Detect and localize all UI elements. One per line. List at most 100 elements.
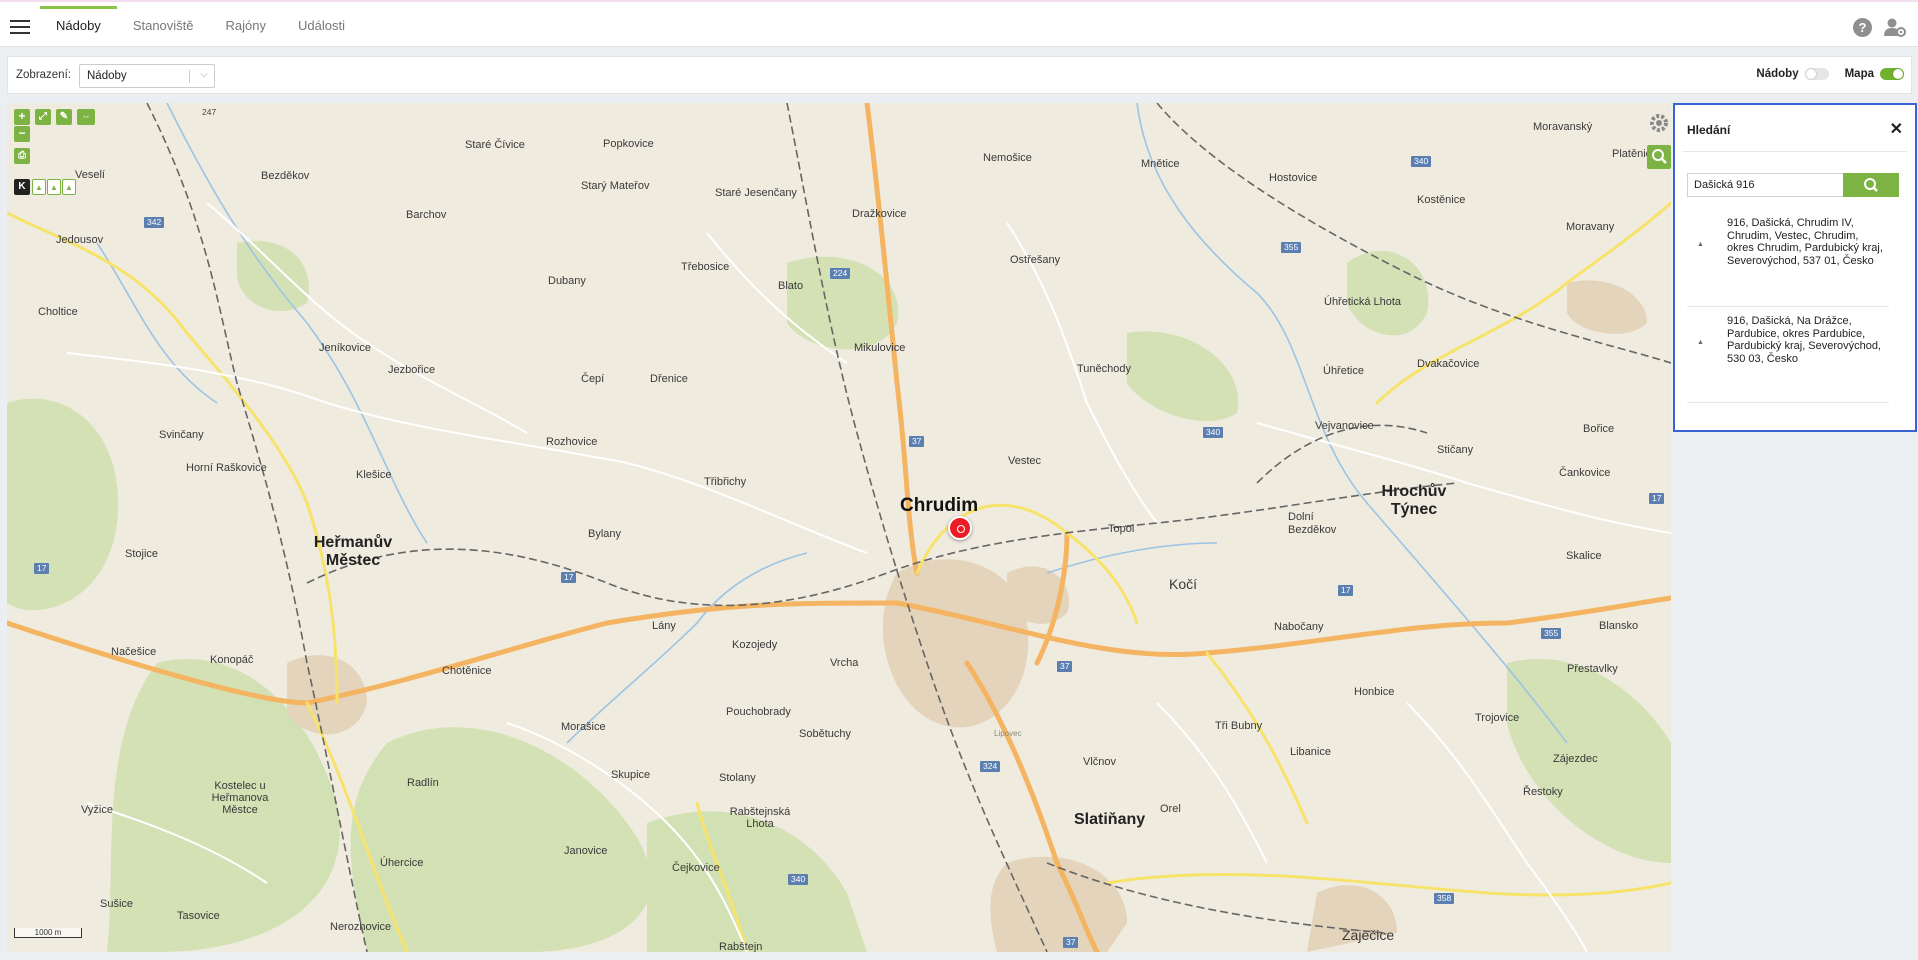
- gear-icon[interactable]: [1649, 113, 1669, 133]
- place-label: Řestoky: [1523, 786, 1563, 798]
- place-label: Orel: [1160, 803, 1181, 815]
- place-label: Rozhovice: [546, 436, 598, 448]
- road-number: 355: [1541, 628, 1562, 639]
- place-label: Jedousov: [56, 234, 104, 246]
- place-label: Skalice: [1566, 550, 1602, 562]
- place-label: Tuněchody: [1077, 363, 1132, 375]
- place-label: Klešice: [356, 469, 392, 481]
- search-result-item[interactable]: ▲ 916, Dašická, Na Drážce, Pardubice, ok…: [1687, 307, 1889, 403]
- toggle-mapa-switch[interactable]: [1880, 68, 1904, 80]
- toggle-mapa-label: Mapa: [1844, 68, 1874, 80]
- location-marker-icon[interactable]: [948, 516, 972, 540]
- place-label: Dubany: [548, 275, 586, 287]
- measure-icon[interactable]: ⇔: [77, 109, 95, 125]
- close-icon[interactable]: ✕: [1890, 119, 1903, 139]
- tab-rajony[interactable]: Rajóny: [210, 2, 282, 47]
- search-panel: Hledání ✕ ▲ 916, Dašická, Chrudim IV, Ch…: [1673, 103, 1917, 432]
- place-label: Kočí: [1169, 576, 1198, 592]
- place-label: Vestec: [1008, 455, 1042, 467]
- road-number: 324: [980, 761, 1001, 772]
- place-label: Libanice: [1290, 746, 1331, 758]
- place-label: Vlčnov: [1083, 756, 1117, 768]
- view-label: Zobrazení:: [16, 69, 71, 81]
- road-number: 340: [1411, 156, 1432, 167]
- print-icon[interactable]: ⎙: [14, 148, 30, 164]
- place-label: Načešice: [111, 646, 157, 658]
- view-select[interactable]: Nádoby ⌵: [79, 64, 215, 88]
- place-label: Úhřetická Lhota: [1324, 296, 1402, 308]
- place-label: Kostěnice: [1417, 194, 1466, 206]
- place-label: Třebosice: [681, 261, 730, 273]
- place-label: Staré Čívice: [465, 139, 525, 151]
- place-label: Morašice: [561, 721, 606, 733]
- place-label: Kozojedy: [732, 639, 778, 651]
- search-result-item[interactable]: ▲ 916, Dašická, Chrudim IV, Chrudim, Ves…: [1687, 209, 1889, 307]
- place-label: Jeníkovice: [319, 342, 371, 354]
- place-label: Trojovice: [1475, 712, 1520, 724]
- toggle-nadoby-switch[interactable]: [1804, 68, 1829, 80]
- layer-1-icon[interactable]: ▲: [32, 179, 46, 195]
- layer-2-icon[interactable]: ▲: [47, 179, 61, 195]
- tab-udalosti[interactable]: Události: [282, 2, 361, 47]
- place-label: Moravanský: [1533, 121, 1593, 133]
- road-number: 17: [34, 563, 50, 574]
- chevron-down-icon: ⌵: [200, 69, 208, 80]
- place-label: Vrcha: [830, 657, 859, 669]
- edit-icon[interactable]: ✎: [56, 109, 72, 125]
- place-label: Stolany: [719, 772, 756, 784]
- layer-3-icon[interactable]: ▲: [62, 179, 76, 195]
- help-icon[interactable]: ?: [1853, 17, 1872, 37]
- road-number: 340: [788, 874, 809, 885]
- place-label: Úhřetice: [1323, 365, 1364, 377]
- road-number: 17: [1338, 585, 1354, 596]
- address-search-input[interactable]: [1687, 173, 1843, 197]
- tab-stanoviste[interactable]: Stanoviště: [117, 2, 210, 47]
- map-scale-bar: 1000 m: [14, 928, 82, 938]
- top-navigation-bar: Nádoby Stanoviště Rajóny Události ?: [0, 0, 1918, 47]
- tab-nadoby[interactable]: Nádoby: [40, 2, 117, 47]
- place-label-hrochuv-tynec: Hrochův Týnec: [1381, 483, 1447, 518]
- place-label: Lipovec: [994, 729, 1022, 738]
- place-label: Blato: [778, 280, 804, 292]
- search-button[interactable]: [1843, 173, 1899, 197]
- zoom-out-icon[interactable]: −: [14, 126, 30, 142]
- search-result-text: 916, Dašická, Chrudim IV, Chrudim, Veste…: [1727, 217, 1883, 267]
- place-label: Lány: [652, 620, 676, 632]
- main-tabs: Nádoby Stanoviště Rajóny Události: [40, 2, 361, 47]
- place-label: Nemošice: [983, 152, 1032, 164]
- place-label: Horní Raškovice: [186, 462, 267, 474]
- place-label: Mněticе: [1141, 158, 1180, 170]
- road-number: 247: [202, 107, 217, 117]
- place-label: Úhercice: [380, 857, 424, 869]
- place-label: Bezděkov: [261, 170, 310, 182]
- place-label: Chotěnice: [442, 665, 492, 677]
- zoom-in-icon[interactable]: +: [14, 109, 30, 125]
- layers-logo-icon[interactable]: K: [14, 179, 30, 195]
- place-label: Svinčany: [159, 429, 204, 441]
- road-number: 355: [1281, 242, 1302, 253]
- result-marker-icon: ▲: [1697, 339, 1704, 346]
- place-label: Sušice: [100, 898, 134, 910]
- select-separator: [189, 70, 190, 83]
- place-label: Topol: [1108, 523, 1135, 535]
- place-label: Zájezdec: [1553, 753, 1598, 765]
- hamburger-menu-icon[interactable]: [10, 20, 30, 34]
- place-label-chrudim: Chrudim: [900, 495, 979, 516]
- map-canvas[interactable]: Chrudim Heřmanův Městec Hrochův Týnec Sl…: [7, 103, 1671, 952]
- panel-divider: [1683, 151, 1907, 152]
- map-search-icon[interactable]: [1647, 145, 1671, 169]
- place-label: Honbice: [1354, 686, 1395, 698]
- place-label: Popkovice: [603, 138, 654, 150]
- place-label-hermanuv-mestec: Heřmanův Městec: [313, 534, 393, 569]
- place-label: Skupice: [611, 769, 651, 781]
- user-settings-icon[interactable]: [1884, 17, 1906, 37]
- place-label: Veselí: [75, 169, 105, 181]
- place-label: Jezbořice: [388, 364, 436, 376]
- place-label: Kostelec u Heřmanova Městce: [211, 780, 269, 816]
- place-label: Zaječice: [1342, 927, 1395, 943]
- place-label: Bylany: [588, 528, 622, 540]
- place-label: Stičany: [1437, 444, 1474, 456]
- place-label: Nerozhovice: [330, 921, 392, 933]
- fullscreen-icon[interactable]: ⤢: [35, 109, 51, 125]
- place-label: Čepí: [581, 373, 605, 385]
